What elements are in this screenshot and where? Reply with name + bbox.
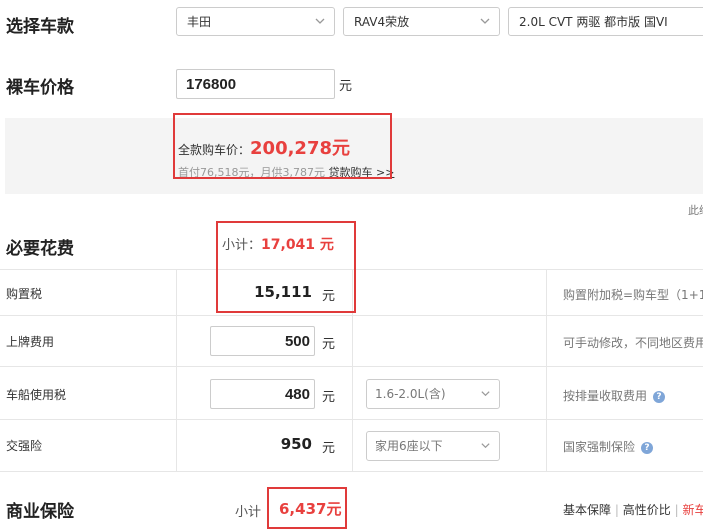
commercial-insurance-title: 商业保险: [6, 502, 74, 522]
bare-price-title: 裸车价格: [6, 78, 74, 98]
displacement-select[interactable]: 1.6-2.0L(含): [366, 379, 500, 409]
tab-separator: |: [614, 503, 619, 517]
right-cut-text: 此续: [688, 204, 703, 217]
compulsory-insurance-note-text: 国家强制保险: [563, 440, 636, 454]
model-select-value: RAV4荣放: [354, 15, 410, 29]
help-icon[interactable]: ?: [653, 390, 666, 403]
commercial-subtotal-label: 小计: [235, 505, 262, 520]
tab-new-car[interactable]: 新车: [682, 503, 703, 517]
bare-price-unit: 元: [339, 79, 353, 94]
purchase-tax-note: 购置附加税=购车型（1+1: [563, 288, 703, 302]
column-divider: [546, 269, 547, 471]
plate-fee-input[interactable]: [210, 326, 315, 356]
select-car-title: 选择车款: [6, 17, 74, 37]
vehicle-tax-label: 车船使用税: [6, 388, 67, 402]
vehicle-tax-unit: 元: [322, 390, 336, 405]
chevron-down-icon: [480, 18, 490, 24]
full-price-highlight-box: [173, 113, 392, 179]
compulsory-insurance-value: 950: [280, 435, 312, 453]
plate-fee-note: 可手动修改，不同地区费用: [563, 336, 703, 350]
vehicle-tax-note: 按排量收取费用?: [563, 387, 666, 404]
vehicle-tax-input[interactable]: [210, 379, 315, 409]
model-select[interactable]: RAV4荣放: [343, 7, 500, 36]
compulsory-insurance-note: 国家强制保险?: [563, 438, 654, 455]
vehicle-tax-note-text: 按排量收取费用: [563, 389, 648, 403]
help-icon[interactable]: ?: [641, 441, 654, 454]
row-divider: [0, 471, 703, 472]
required-costs-title: 必要花费: [6, 239, 74, 259]
purchase-tax-label: 购置税: [6, 287, 43, 301]
chevron-down-icon: [481, 391, 490, 397]
plate-fee-unit: 元: [322, 337, 336, 352]
seat-type-select-value: 家用6座以下: [375, 439, 443, 453]
insurance-plan-tabs: 基本保障 | 高性价比 | 新车: [563, 501, 703, 518]
seat-type-select[interactable]: 家用6座以下: [366, 431, 500, 461]
column-divider: [176, 269, 177, 471]
chevron-down-icon: [315, 18, 325, 24]
version-select[interactable]: 2.0L CVT 两驱 都市版 国VI: [508, 7, 703, 36]
brand-select-value: 丰田: [187, 15, 212, 29]
bare-price-input[interactable]: [176, 69, 335, 99]
commercial-highlight-box: [267, 487, 347, 529]
chevron-down-icon: [481, 443, 490, 449]
compulsory-insurance-unit: 元: [322, 441, 336, 456]
tab-basic[interactable]: 基本保障: [563, 503, 611, 517]
required-highlight-box: [216, 221, 356, 313]
compulsory-insurance-label: 交强险: [6, 439, 43, 453]
plate-fee-label: 上牌费用: [6, 335, 55, 349]
tab-value[interactable]: 高性价比: [623, 503, 671, 517]
version-select-value: 2.0L CVT 两驱 都市版 国VI: [519, 15, 668, 29]
tab-separator: |: [674, 503, 679, 517]
brand-select[interactable]: 丰田: [176, 7, 335, 36]
displacement-select-value: 1.6-2.0L(含): [375, 387, 446, 401]
